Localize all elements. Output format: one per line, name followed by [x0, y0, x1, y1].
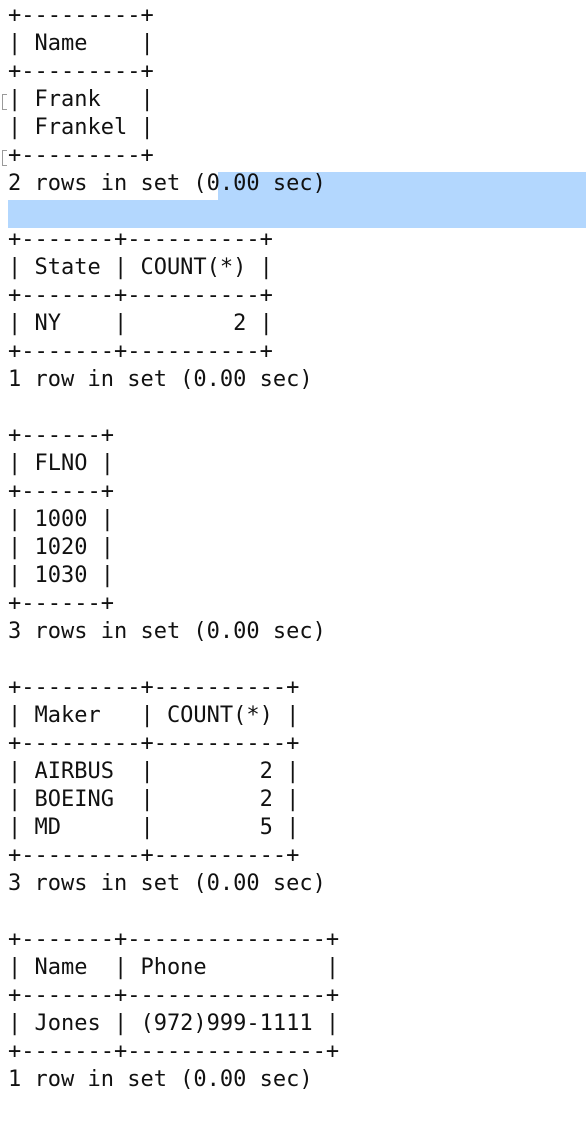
table-border: +---------+: [8, 59, 154, 84]
table-border: +---------+----------+: [8, 675, 300, 700]
table-border: +-------+----------+: [8, 339, 273, 364]
table-border: +-------+---------------+: [8, 1039, 340, 1064]
table-border: +-------+----------+: [8, 227, 273, 252]
table-header-row: | FLNO |: [8, 451, 114, 476]
table-row: | Frank |: [8, 87, 154, 112]
result-summary: 1 row in set (0.00 sec): [8, 1067, 313, 1092]
table-border: +------+: [8, 591, 114, 616]
table-header-row: | Name |: [8, 31, 154, 56]
table-header-row: | Maker | COUNT(*) |: [8, 703, 300, 728]
result-summary: 3 rows in set (0.00 sec): [8, 619, 326, 644]
table-border: +-------+----------+: [8, 283, 273, 308]
table-row: | 1030 |: [8, 563, 114, 588]
line-marker-icon: [2, 94, 7, 110]
table-border: +---------+: [8, 143, 154, 168]
table-row: | BOEING | 2 |: [8, 787, 300, 812]
result-summary: 1 row in set (0.00 sec): [8, 367, 313, 392]
table-header-row: | State | COUNT(*) |: [8, 255, 273, 280]
table-border: +-------+---------------+: [8, 983, 340, 1008]
table-border: +---------+----------+: [8, 731, 300, 756]
line-marker-icon: [2, 150, 7, 166]
table-row: | Frankel |: [8, 115, 154, 140]
table-border: +------+: [8, 479, 114, 504]
table-border: +------+: [8, 423, 114, 448]
table-border: +---------+----------+: [8, 843, 300, 868]
table-row: | Jones | (972)999-1111 |: [8, 1011, 340, 1036]
terminal-output[interactable]: +---------+ | Name | +---------+ | Frank…: [2, 2, 586, 1094]
result-summary: 3 rows in set (0.00 sec): [8, 871, 326, 896]
table-row: | AIRBUS | 2 |: [8, 759, 300, 784]
table-row: | MD | 5 |: [8, 815, 300, 840]
table-border: +-------+---------------+: [8, 927, 340, 952]
result-summary: 2 rows in set (0.00 sec): [8, 171, 326, 196]
table-row: | NY | 2 |: [8, 311, 273, 336]
table-row: | 1000 |: [8, 507, 114, 532]
table-header-row: | Name | Phone |: [8, 955, 340, 980]
table-border: +---------+: [8, 3, 154, 28]
table-row: | 1020 |: [8, 535, 114, 560]
